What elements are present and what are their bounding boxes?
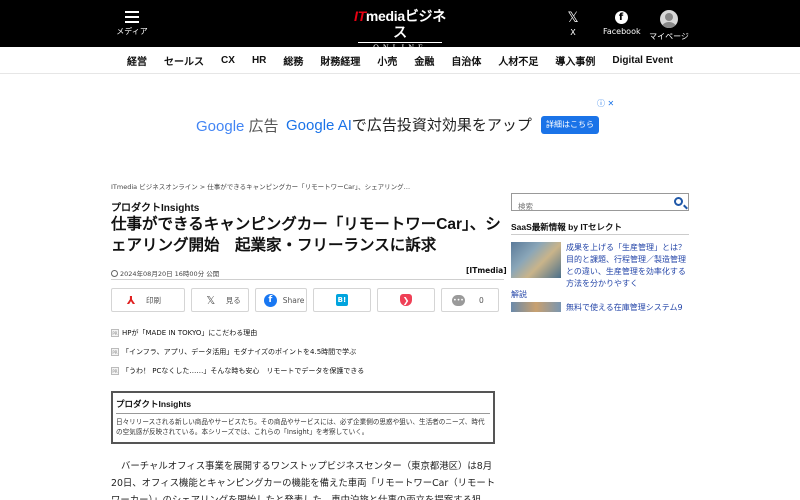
clock-icon — [111, 270, 118, 277]
facebook-icon: f — [263, 293, 277, 307]
pr-badge-icon: PR — [111, 329, 119, 337]
divider — [111, 279, 504, 280]
ad-headline: Google AIで広告投資対効果をアップ — [286, 117, 532, 134]
article-title: 仕事ができるキャンピングカー「リモートワーCar」、シェアリング開始 起業家・フ… — [111, 216, 501, 254]
print-button[interactable]: ⅄ 印刷 — [111, 288, 185, 312]
comment-count: 0 — [478, 295, 484, 305]
section-label[interactable]: プロダクトInsights — [111, 199, 199, 214]
hamburger-icon — [125, 11, 139, 23]
facebook-link[interactable]: f Facebook — [603, 11, 641, 36]
ad-cta-button[interactable]: 詳細はこちら — [541, 116, 599, 134]
x-share-button[interactable]: 𝕏 見る — [190, 288, 249, 312]
facebook-share-button[interactable]: f Share — [254, 288, 307, 312]
mypage-label: マイページ — [649, 32, 689, 41]
nav-item-cx[interactable]: CX — [213, 55, 244, 66]
x-logo-icon: 𝕏 — [206, 293, 216, 307]
google-ads-logo: Google 広告 — [196, 118, 279, 135]
menu-label: メディア — [116, 27, 148, 36]
facebook-share-label: Share — [282, 295, 305, 305]
x-link[interactable]: 𝕏 X — [563, 11, 583, 37]
saas-article-title-continued[interactable]: 解説 — [511, 289, 527, 300]
article-source: [ITmedia] — [466, 266, 507, 275]
nav-item-jichitai[interactable]: 自治体 — [443, 53, 490, 68]
list-item[interactable]: PR HPが「MADE IN TOKYO」にこだわる理由 — [111, 327, 364, 346]
pocket-button[interactable]: ❯ — [376, 288, 435, 312]
print-label: 印刷 — [146, 295, 161, 305]
saas-article-link[interactable]: 無料で使える在庫管理システム9 — [511, 302, 689, 316]
nav-item-keiei[interactable]: 経営 — [119, 53, 156, 68]
divider — [511, 234, 689, 235]
article-thumbnail — [511, 302, 561, 312]
site-logo[interactable]: ITmediaビジネス ONLINE — [352, 8, 448, 54]
comments-button[interactable]: ••• 0 — [440, 288, 499, 312]
nav-item-digital-event[interactable]: Digital Event — [604, 55, 682, 66]
mypage-link[interactable]: マイページ — [649, 10, 689, 42]
saas-article-link[interactable]: 成果を上げる「生産管理」とは？ 目的と課題、行程管理／製造管理との違い、生産管理… — [511, 242, 694, 288]
article-body: バーチャルオフィス事業を展開するワンストップビジネスセンター（東京都港区）は8月… — [111, 461, 496, 500]
list-item[interactable]: PR 「インフラ、アプリ、データ活用」モダナイズのポイントを4.5時間で学ぶ — [111, 346, 364, 365]
ad-choices-icon[interactable]: ⓘ ✕ — [597, 98, 614, 109]
hatena-bookmark-icon: B! — [335, 294, 348, 306]
top-bar: メディア ITmediaビジネス ONLINE 𝕏 X f Facebook マ… — [0, 0, 800, 54]
nav-item-hr[interactable]: HR — [243, 55, 274, 66]
hatena-bookmark-button[interactable]: B! — [312, 288, 371, 312]
x-label: X — [570, 28, 576, 37]
pdf-icon: ⅄ — [126, 293, 136, 307]
menu-button[interactable]: メディア — [112, 9, 152, 37]
search-input[interactable] — [512, 198, 662, 215]
pr-badge-icon: PR — [111, 348, 119, 356]
pr-badge-icon: PR — [111, 367, 119, 375]
saas-article-title: 成果を上げる「生産管理」とは？ 目的と課題、行程管理／製造管理との違い、生産管理… — [566, 243, 694, 288]
nav-item-jirei[interactable]: 導入事例 — [547, 53, 604, 68]
nav-item-soumu[interactable]: 総務 — [275, 53, 312, 68]
comment-icon: ••• — [451, 294, 465, 306]
facebook-icon: f — [614, 11, 628, 24]
category-nav: 経営 セールス CX HR 総務 財務経理 小売 金融 自治体 人材不足 導入事… — [0, 47, 800, 74]
search-icon[interactable] — [674, 197, 683, 206]
list-item[interactable]: PR 「うわ！ PCなくした……」そんな時も安心 リモートでデータを保護できる — [111, 365, 364, 384]
series-title[interactable]: プロダクトInsights — [116, 398, 490, 414]
facebook-label: Facebook — [603, 27, 641, 36]
related-pr-links: PR HPが「MADE IN TOKYO」にこだわる理由 PR 「インフラ、アプリ、… — [111, 327, 364, 384]
pocket-icon: ❯ — [399, 294, 412, 306]
logo-text: mediaビジネス — [365, 8, 446, 40]
ad-banner[interactable]: ⓘ ✕ Google 広告 Google AIで広告投資対効果をアップ 詳細はこ… — [190, 99, 620, 140]
x-logo-icon: 𝕏 — [567, 10, 579, 26]
search-box — [511, 193, 689, 215]
publish-date: 2024年08月20日 16時00分 公開 — [111, 268, 219, 278]
breadcrumb[interactable]: ITmedia ビジネスオンライン > 仕事ができるキャンピングカー「リモートワ… — [111, 181, 410, 191]
saas-article-title: 無料で使える在庫管理システム9 — [566, 303, 683, 312]
nav-item-sales[interactable]: セールス — [156, 53, 213, 68]
article-thumbnail — [511, 242, 561, 278]
x-share-label: 見る — [225, 295, 241, 305]
saas-heading: SaaS最新情報 by ITセレクト — [511, 222, 622, 232]
nav-item-jinzai[interactable]: 人材不足 — [490, 53, 547, 68]
nav-item-zaimu[interactable]: 財務経理 — [312, 53, 369, 68]
logo-brand: IT — [354, 8, 366, 24]
nav-item-kouri[interactable]: 小売 — [369, 53, 406, 68]
series-box: プロダクトInsights 日々リリースされる新しい商品やサービスたち。その商品… — [111, 391, 495, 444]
series-description: 日々リリースされる新しい商品やサービスたち。その商品やサービスには、必ず企業側の… — [116, 418, 485, 436]
nav-item-kinyu[interactable]: 金融 — [406, 53, 443, 68]
share-bar: ⅄ 印刷 𝕏 見る f Share B! ❯ ••• 0 — [111, 288, 499, 312]
user-avatar-icon — [660, 10, 678, 28]
